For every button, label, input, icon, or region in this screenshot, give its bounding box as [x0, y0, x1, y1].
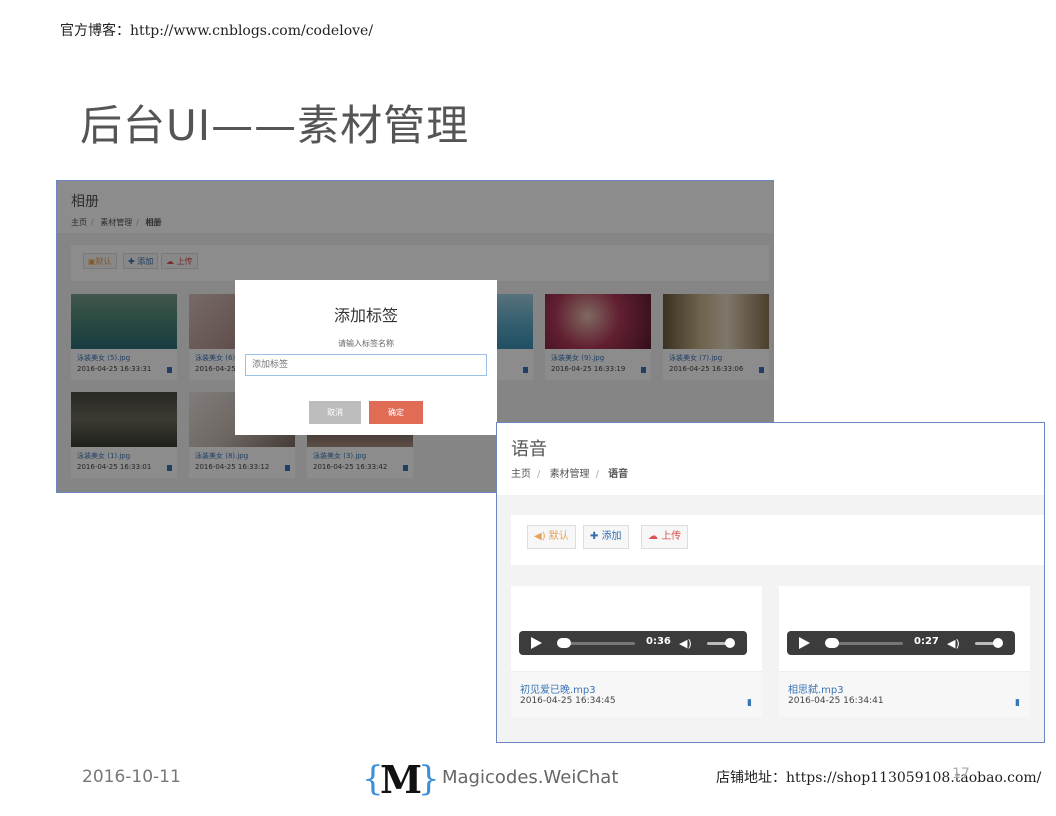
dialog-label: 请输入标签名称: [338, 339, 394, 348]
voice-header: 语音 主页 / 素材管理 / 语音: [497, 423, 1044, 495]
volume-icon: ◀): [534, 531, 549, 542]
audio-duration: 0:27: [914, 636, 939, 647]
upload-button[interactable]: ☁ 上传: [641, 525, 689, 549]
add-button[interactable]: ✚ 添加: [583, 525, 629, 549]
voice-screenshot: 语音 主页 / 素材管理 / 语音 ◀) 默认 ✚ 添加 ☁ 上传 0:36 ◀) …: [496, 422, 1045, 743]
audio-player: 0:36 ◀): [519, 631, 747, 655]
voice-card: 0:27 ◀) 相思弑.mp3 2016-04-25 16:34:41 ▮: [779, 586, 1030, 717]
voice-card: 0:36 ◀) 初见爱已晚.mp3 2016-04-25 16:34:45 ▮: [511, 586, 762, 717]
breadcrumb-home[interactable]: 主页: [511, 469, 531, 480]
confirm-button[interactable]: 确定: [369, 401, 423, 424]
svg-text:M: M: [380, 757, 422, 799]
voice-file-name[interactable]: 相思弑.mp3: [788, 681, 844, 696]
trash-icon[interactable]: ▮: [747, 698, 752, 708]
voice-file-time: 2016-04-25 16:34:41: [788, 696, 884, 706]
page-number: 17: [952, 766, 970, 782]
voice-card-footer: 相思弑.mp3 2016-04-25 16:34:41 ▮: [779, 671, 1030, 717]
play-icon[interactable]: [799, 637, 810, 649]
speaker-icon[interactable]: ◀): [947, 637, 960, 650]
default-button[interactable]: ◀) 默认: [527, 525, 576, 549]
voice-file-name[interactable]: 初见爱已晚.mp3: [520, 681, 596, 696]
voice-card-footer: 初见爱已晚.mp3 2016-04-25 16:34:45 ▮: [511, 671, 762, 717]
dialog-title: 添加标签: [333, 306, 398, 325]
cancel-button[interactable]: 取消: [309, 401, 361, 424]
trash-icon[interactable]: ▮: [1015, 698, 1020, 708]
tag-name-input[interactable]: [245, 354, 487, 376]
add-tag-dialog: 添加标签 请输入标签名称 取消 确定: [235, 280, 497, 435]
speaker-icon[interactable]: ◀): [679, 637, 692, 650]
logo-text: Magicodes.WeiChat: [442, 767, 619, 788]
volume-handle[interactable]: [725, 638, 735, 648]
breadcrumb: 主页 / 素材管理 / 语音: [511, 469, 629, 480]
seek-handle[interactable]: [557, 638, 571, 648]
voice-toolbar: ◀) 默认 ✚ 添加 ☁ 上传: [511, 515, 1044, 565]
play-icon[interactable]: [531, 637, 542, 649]
shop-url-line: 店铺地址：https://shop113059108.taobao.com/: [716, 770, 1042, 786]
voice-page-title: 语音: [511, 439, 547, 460]
plus-icon: ✚: [590, 531, 602, 542]
slide-title: 后台UI——素材管理: [80, 101, 470, 150]
breadcrumb-material[interactable]: 素材管理: [550, 469, 590, 480]
audio-player: 0:27 ◀): [787, 631, 1015, 655]
cloud-upload-icon: ☁: [648, 531, 662, 542]
voice-file-time: 2016-04-25 16:34:45: [520, 696, 616, 706]
audio-duration: 0:36: [646, 636, 671, 647]
seek-handle[interactable]: [825, 638, 839, 648]
magicodes-logo-icon: { } M: [362, 757, 440, 799]
volume-handle[interactable]: [993, 638, 1003, 648]
blog-url-line: 官方博客：http://www.cnblogs.com/codelove/: [60, 23, 374, 39]
slide-date: 2016-10-11: [82, 767, 181, 787]
breadcrumb-current: 语音: [608, 469, 629, 480]
